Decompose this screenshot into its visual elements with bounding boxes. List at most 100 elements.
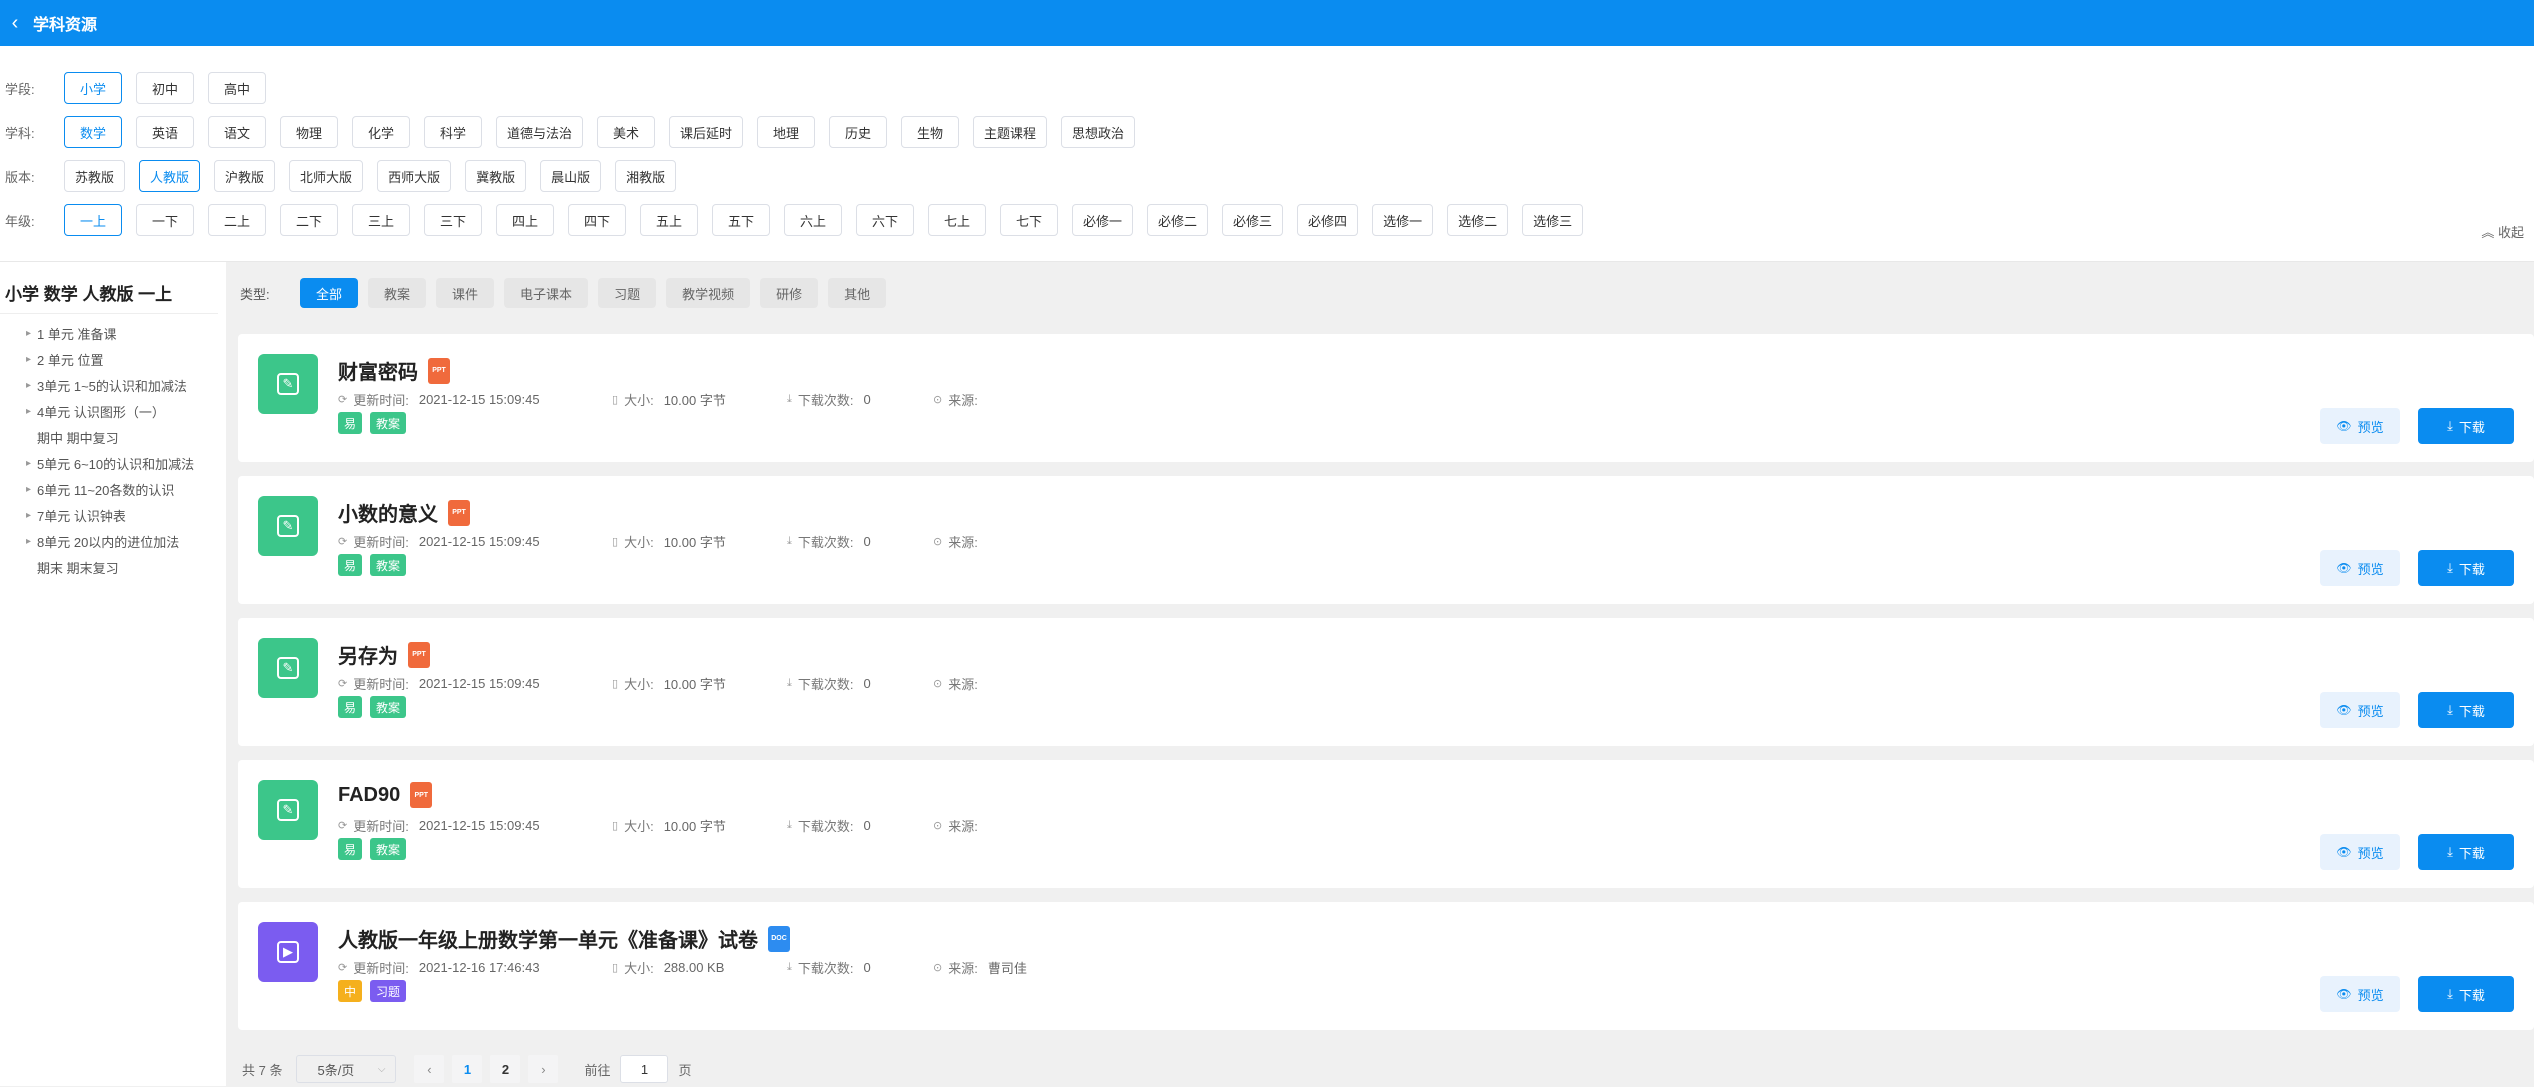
- tree-item[interactable]: ▸ 5单元 6~10的认识和加减法: [0, 450, 226, 476]
- download-button[interactable]: ⤓ 下载: [2418, 976, 2514, 1012]
- download-button[interactable]: ⤓ 下载: [2418, 408, 2514, 444]
- filter-chip-grade[interactable]: 二下: [280, 204, 338, 236]
- filter-chip-grade[interactable]: 一下: [136, 204, 194, 236]
- filter-chip-subject[interactable]: 历史: [829, 116, 888, 148]
- filter-chip-grade[interactable]: 必修四: [1297, 204, 1359, 236]
- tree-item[interactable]: ▸ 1 单元 准备课: [0, 320, 226, 346]
- lesson-plan-icon: ✎: [277, 515, 299, 537]
- page-number-button[interactable]: 1: [452, 1055, 483, 1083]
- tree-item[interactable]: ▸ 3单元 1~5的认识和加减法: [0, 372, 226, 398]
- filter-chip-stage[interactable]: 高中: [208, 72, 266, 104]
- preview-button[interactable]: 👁 预览: [2320, 692, 2400, 728]
- resource-title[interactable]: FAD90: [338, 784, 400, 807]
- filter-chip-edition[interactable]: 湘教版: [615, 160, 677, 192]
- filter-chip-grade[interactable]: 一上: [64, 204, 122, 236]
- resource-meta: ⟳ 更新时间: 2021-12-16 17:46:43 ▯ 大小: 288.00 KB ⤓ 下…: [338, 958, 1027, 977]
- type-chip[interactable]: 研修: [760, 278, 819, 308]
- filter-chip-grade[interactable]: 三上: [352, 204, 410, 236]
- filter-chip-grade[interactable]: 七下: [1000, 204, 1058, 236]
- filter-chip-grade[interactable]: 三下: [424, 204, 482, 236]
- preview-button[interactable]: 👁 预览: [2320, 408, 2400, 444]
- meta-source: ⊙ 来源:: [933, 532, 988, 551]
- filter-chip-grade[interactable]: 选修二: [1447, 204, 1509, 236]
- resource-tag: 中: [338, 980, 363, 1002]
- resource-title[interactable]: 小数的意义: [338, 498, 438, 527]
- filter-chip-stage[interactable]: 初中: [136, 72, 194, 104]
- meta-value-downloads: 0: [863, 534, 871, 549]
- filter-chip-edition[interactable]: 冀教版: [465, 160, 527, 192]
- tree-item[interactable]: ▸ 2 单元 位置: [0, 346, 226, 372]
- filter-chip-subject[interactable]: 美术: [597, 116, 656, 148]
- filter-chip-subject[interactable]: 英语: [136, 116, 194, 148]
- chevron-down-icon: ⌵: [377, 1063, 386, 1075]
- preview-button[interactable]: 👁 预览: [2320, 834, 2400, 870]
- tree-item[interactable]: 期中 期中复习: [0, 424, 226, 450]
- meta-value-updated: 2021-12-15 15:09:45: [418, 818, 540, 833]
- filter-chip-subject[interactable]: 道德与法治: [496, 116, 584, 148]
- download-button[interactable]: ⤓ 下载: [2418, 692, 2514, 728]
- filter-chip-subject[interactable]: 化学: [352, 116, 410, 148]
- preview-button[interactable]: 👁 预览: [2320, 976, 2400, 1012]
- filter-chip-grade[interactable]: 选修三: [1522, 204, 1584, 236]
- filter-chip-subject[interactable]: 语文: [208, 116, 266, 148]
- type-chip[interactable]: 其他: [828, 278, 887, 308]
- filter-chip-edition[interactable]: 北师大版: [289, 160, 364, 192]
- filter-chip-grade[interactable]: 必修一: [1072, 204, 1134, 236]
- filter-chip-edition[interactable]: 西师大版: [377, 160, 452, 192]
- filter-chip-subject[interactable]: 地理: [757, 116, 816, 148]
- tree-item[interactable]: ▸ 4单元 认识图形（一）: [0, 398, 226, 424]
- caret-right-icon: ▸: [25, 457, 31, 469]
- filter-chip-grade[interactable]: 五下: [712, 204, 770, 236]
- filter-chip-grade[interactable]: 必修三: [1222, 204, 1284, 236]
- type-chip[interactable]: 课件: [436, 278, 495, 308]
- download-button[interactable]: ⤓ 下载: [2418, 834, 2514, 870]
- source-icon: ⊙: [933, 536, 943, 548]
- filter-chip-grade[interactable]: 六下: [856, 204, 914, 236]
- type-chip[interactable]: 教案: [368, 278, 427, 308]
- meta-label: 大小:: [624, 535, 654, 550]
- filter-chip-stage[interactable]: 小学: [64, 72, 122, 104]
- resource-title[interactable]: 另存为: [338, 640, 398, 669]
- filter-chip-grade[interactable]: 必修二: [1147, 204, 1209, 236]
- filter-chip-grade[interactable]: 二上: [208, 204, 266, 236]
- type-chip[interactable]: 电子课本: [504, 278, 589, 308]
- resource-title[interactable]: 财富密码: [338, 356, 418, 385]
- goto-page-input[interactable]: [620, 1055, 669, 1083]
- next-page-button[interactable]: ›: [528, 1055, 559, 1083]
- filter-chip-subject[interactable]: 课后延时: [669, 116, 744, 148]
- filter-chip-subject[interactable]: 物理: [280, 116, 338, 148]
- tree-item[interactable]: ▸ 6单元 11~20各数的认识: [0, 476, 226, 502]
- prev-page-button[interactable]: ‹: [414, 1055, 445, 1083]
- page-size-select[interactable]: 5条/页 ⌵: [296, 1055, 397, 1083]
- filter-chip-grade[interactable]: 选修一: [1372, 204, 1434, 236]
- type-chip[interactable]: 习题: [598, 278, 657, 308]
- preview-label: 预览: [2357, 419, 2384, 435]
- filter-chip-subject[interactable]: 生物: [901, 116, 960, 148]
- filter-chip-subject[interactable]: 主题课程: [973, 116, 1048, 148]
- filter-chip-grade[interactable]: 四下: [568, 204, 626, 236]
- page-number-button[interactable]: 2: [490, 1055, 521, 1083]
- filter-chip-edition[interactable]: 人教版: [139, 160, 201, 192]
- filter-chip-grade[interactable]: 五上: [640, 204, 698, 236]
- filter-chip-subject[interactable]: 数学: [64, 116, 122, 148]
- resource-tag: 易: [338, 838, 363, 860]
- download-button[interactable]: ⤓ 下载: [2418, 550, 2514, 586]
- filter-chip-edition[interactable]: 苏教版: [64, 160, 126, 192]
- filter-chip-grade[interactable]: 六上: [784, 204, 842, 236]
- type-chip[interactable]: 教学视频: [666, 278, 751, 308]
- type-chip[interactable]: 全部: [300, 278, 359, 308]
- filter-chip-subject[interactable]: 科学: [424, 116, 482, 148]
- content-area: 小学 数学 人教版 一上 ▸ 1 单元 准备课 ▸ 2 单元 位置 ▸ 3单元 1~5的认…: [0, 262, 2534, 1086]
- filter-chip-grade[interactable]: 七上: [928, 204, 986, 236]
- collapse-button[interactable]: ︽ 收起: [2481, 222, 2524, 241]
- tree-item[interactable]: ▸ 7单元 认识钟表: [0, 502, 226, 528]
- tree-item[interactable]: ▸ 8单元 20以内的进位加法: [0, 528, 226, 554]
- filter-chip-edition[interactable]: 晨山版: [540, 160, 602, 192]
- tree-item[interactable]: 期末 期末复习: [0, 554, 226, 580]
- filter-chip-edition[interactable]: 沪教版: [214, 160, 276, 192]
- filter-chip-grade[interactable]: 四上: [496, 204, 554, 236]
- chevron-left-icon[interactable]: ‹: [6, 13, 24, 33]
- preview-button[interactable]: 👁 预览: [2320, 550, 2400, 586]
- resource-title[interactable]: 人教版一年级上册数学第一单元《准备课》试卷: [338, 924, 758, 953]
- filter-chip-subject[interactable]: 思想政治: [1061, 116, 1136, 148]
